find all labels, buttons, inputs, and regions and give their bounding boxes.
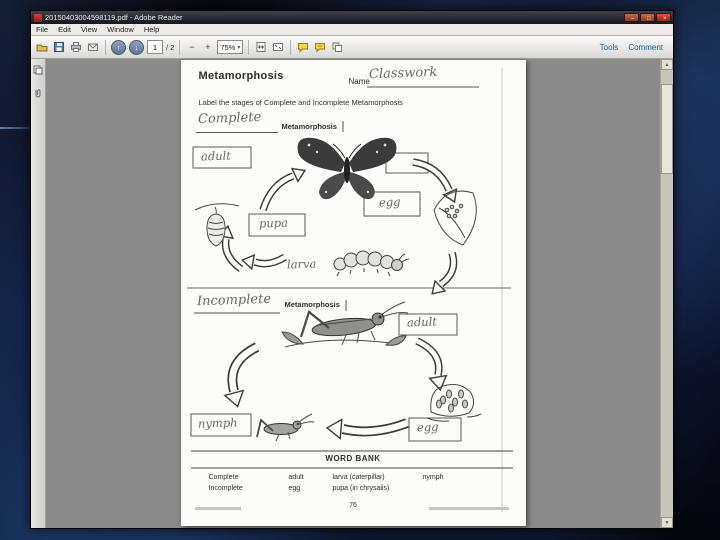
pdf-page[interactable]: Metamorphosis Name Label the stages of C… (180, 60, 526, 526)
menu-file[interactable]: File (31, 25, 53, 34)
maximize-button[interactable]: □ (640, 13, 655, 22)
incomplete-metamorphosis-label: Metamorphosis (284, 300, 340, 309)
cycle2-arrow-left-down (222, 342, 259, 408)
footer-fineprint-right (428, 507, 509, 510)
vertical-scrollbar[interactable]: ▲ ▼ (660, 59, 673, 528)
fit-width-icon[interactable] (254, 40, 268, 54)
tools-button[interactable]: Tools (600, 43, 619, 52)
cycle1-arrow-top-left (258, 167, 306, 212)
word-bank-column-2: adult egg (289, 472, 304, 494)
menu-help[interactable]: Help (139, 25, 164, 34)
menu-bar: File Edit View Window Help (31, 24, 673, 36)
word-bank-item: Complete (208, 474, 239, 481)
toolbar-right-panel: Tools Comment (600, 43, 669, 52)
minimize-button[interactable]: – (624, 13, 639, 22)
handwritten-egg-2: egg (416, 419, 439, 435)
scrollbar-track[interactable] (661, 70, 673, 517)
handwritten-incomplete: Incomplete (196, 291, 271, 310)
word-bank-item: Incomplete (208, 485, 243, 492)
adobe-reader-window: 20150403004598119.pdf - Adobe Reader – □… (30, 10, 674, 529)
word-bank-item: nymph (422, 474, 444, 481)
handwritten-name: Classwork (368, 64, 437, 83)
grasshopper-nymph-drawing (255, 413, 314, 442)
scroll-up-icon[interactable]: ▲ (661, 59, 673, 70)
navigation-pane-rail (31, 59, 46, 528)
handwritten-larva: larva (286, 256, 317, 272)
word-bank-item: egg (288, 485, 301, 492)
word-bank-item: larva (caterpillar) (332, 474, 385, 481)
attachments-icon[interactable] (33, 85, 43, 103)
page-thumbnails-icon[interactable] (33, 62, 43, 80)
scroll-down-icon[interactable]: ▼ (661, 517, 673, 528)
desktop: 20150403004598119.pdf - Adobe Reader – □… (0, 0, 720, 540)
handwritten-complete: Complete (197, 109, 261, 128)
window-controls: – □ × (624, 13, 671, 22)
handwritten-adult-1: adult (200, 148, 231, 164)
menu-edit[interactable]: Edit (53, 25, 76, 34)
word-bank-item: pupa (in chrysalis) (332, 485, 390, 492)
window-title: 20150403004598119.pdf - Adobe Reader (45, 13, 183, 22)
sticky-note-icon[interactable] (296, 40, 310, 54)
highlight-icon[interactable] (313, 40, 327, 54)
chrysalis-drawing (194, 203, 239, 247)
zoom-level-select[interactable]: 75% ▾ (217, 40, 244, 54)
toolbar-separator (248, 39, 250, 55)
document-area[interactable]: Metamorphosis Name Label the stages of C… (46, 59, 660, 528)
zoom-in-icon[interactable]: + (201, 41, 214, 54)
cycle2-arrow-right-down (414, 337, 447, 392)
page-total-label: / 2 (166, 42, 175, 52)
worksheet-title: Metamorphosis (198, 70, 284, 82)
menu-view[interactable]: View (76, 25, 102, 34)
handwritten-egg-1: egg (378, 194, 401, 210)
word-bank-column-1: Complete Incomplete (209, 472, 243, 494)
scrollbar-thumb[interactable] (661, 84, 673, 174)
adobe-reader-icon (34, 13, 42, 22)
egg-cluster-drawing (426, 384, 481, 422)
save-icon[interactable] (52, 40, 66, 54)
title-bar[interactable]: 20150403004598119.pdf - Adobe Reader – □… (31, 11, 673, 24)
zoom-out-icon[interactable]: − (185, 41, 198, 54)
next-view-icon[interactable]: ↓ (129, 39, 144, 55)
comment-button[interactable]: Comment (628, 43, 663, 52)
window-content: Metamorphosis Name Label the stages of C… (31, 59, 673, 528)
zoom-level-value: 75% (220, 42, 236, 52)
menu-window[interactable]: Window (102, 25, 139, 34)
toolbar-separator (290, 39, 292, 55)
share-icon[interactable] (330, 40, 344, 54)
fullscreen-icon[interactable] (271, 40, 285, 54)
email-icon[interactable] (86, 40, 100, 54)
word-bank-column-3: larva (caterpillar) pupa (in chrysalis) (333, 472, 390, 494)
desktop-light-streak (0, 127, 30, 129)
instruction-text: Label the stages of Complete and Incompl… (198, 98, 403, 107)
word-bank-title: WORD BANK (325, 454, 381, 463)
print-icon[interactable] (69, 40, 83, 54)
name-label: Name (348, 77, 370, 86)
toolbar: ↑ ↓ / 2 − + 75% ▾ (31, 36, 673, 59)
caterpillar-drawing (333, 250, 409, 277)
handwritten-nymph: nymph (197, 415, 238, 431)
open-icon[interactable] (35, 40, 49, 54)
page-number-input[interactable] (147, 40, 163, 54)
word-bank-column-4: nymph (423, 472, 444, 483)
butterfly-drawing (297, 137, 396, 200)
handwritten-pupa: pupa (258, 215, 288, 231)
cycle2-arrow-bottom-left (325, 418, 409, 440)
handwritten-adult-2: adult (406, 314, 437, 330)
previous-view-icon[interactable]: ↑ (111, 39, 126, 55)
toolbar-separator (179, 39, 181, 55)
close-button[interactable]: × (656, 13, 671, 22)
complete-metamorphosis-label: Metamorphosis (281, 122, 337, 131)
dropdown-caret-icon: ▾ (237, 44, 241, 51)
word-bank-item: adult (288, 474, 304, 481)
cycle1-arrow-bottom-left (240, 253, 287, 271)
toolbar-separator (105, 39, 106, 55)
